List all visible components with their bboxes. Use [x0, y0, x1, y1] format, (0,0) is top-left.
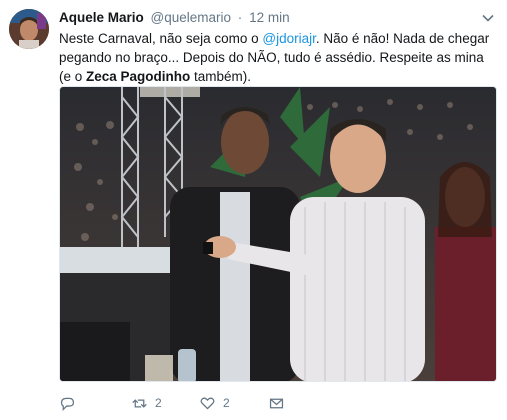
envelope-icon — [269, 398, 284, 408]
author-handle[interactable]: @quelemario — [151, 10, 232, 25]
direct-message-button[interactable] — [268, 393, 292, 413]
chevron-down-icon[interactable] — [481, 11, 495, 25]
timestamp[interactable]: 12 min — [249, 10, 290, 25]
tweet-text-part: também). — [190, 69, 252, 84]
tweet-text-part: Neste Carnaval, não seja como o — [59, 31, 263, 46]
tweet-photo[interactable] — [59, 86, 497, 382]
tweet: Aquele Mario @quelemario · 12 min Neste … — [0, 0, 507, 420]
retweet-button[interactable]: 2 — [131, 393, 162, 413]
avatar[interactable] — [9, 9, 49, 49]
mention-link[interactable]: @jdoriajr — [262, 31, 315, 46]
retweet-icon — [132, 398, 147, 408]
retweet-count: 2 — [155, 396, 162, 410]
heart-icon — [200, 397, 215, 410]
tweet-text-bold: Zeca Pagodinho — [86, 69, 191, 84]
like-button[interactable]: 2 — [199, 393, 230, 413]
reply-icon — [60, 397, 75, 411]
tweet-text: Neste Carnaval, não seja como o @jdoriaj… — [59, 29, 499, 86]
reply-button[interactable] — [59, 393, 83, 413]
separator: · — [237, 10, 243, 25]
tweet-header: Aquele Mario @quelemario · 12 min — [59, 10, 290, 28]
author-name[interactable]: Aquele Mario — [59, 10, 144, 25]
like-count: 2 — [223, 396, 230, 410]
tweet-actions: 2 2 — [59, 393, 359, 413]
